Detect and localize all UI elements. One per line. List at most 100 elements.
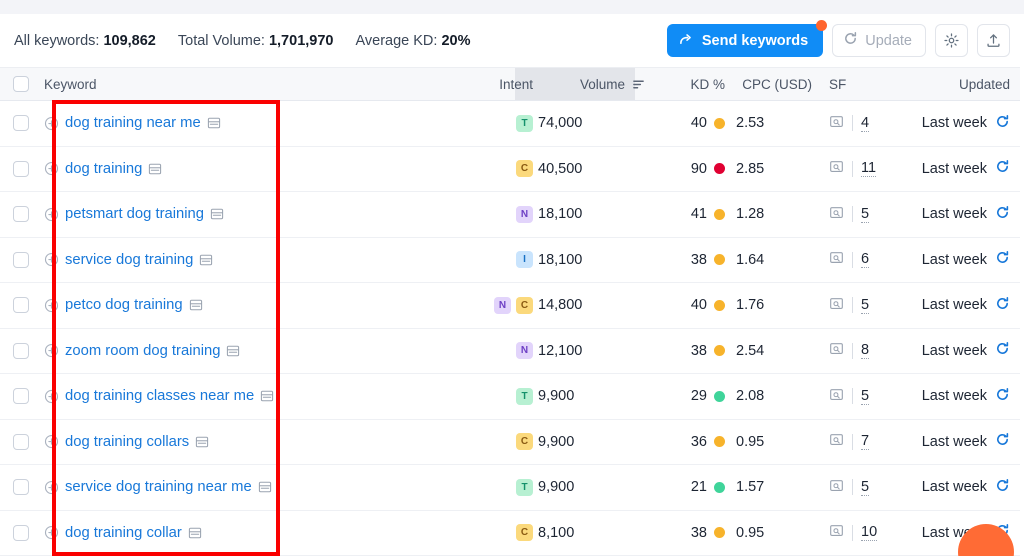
serp-features-icon[interactable] (829, 432, 844, 451)
add-keyword-icon[interactable] (44, 252, 59, 267)
header-keyword[interactable]: Keyword (42, 77, 460, 92)
refresh-row-icon[interactable] (995, 250, 1010, 269)
header-intent[interactable]: Intent (460, 77, 538, 92)
intent-badge-C[interactable]: C (516, 433, 533, 451)
serp-preview-icon[interactable] (188, 526, 202, 540)
sf-count[interactable]: 5 (861, 297, 870, 314)
table-row[interactable]: service dog training I 18,100 38 1.64 6 … (0, 238, 1024, 283)
intent-badge-N[interactable]: N (516, 205, 533, 223)
export-button[interactable] (977, 24, 1010, 57)
serp-preview-icon[interactable] (199, 253, 213, 267)
table-row[interactable]: service dog training near me T 9,900 21 … (0, 465, 1024, 511)
refresh-row-icon[interactable] (995, 114, 1010, 133)
intent-badge-T[interactable]: T (516, 387, 533, 405)
serp-features-icon[interactable] (829, 387, 844, 406)
add-keyword-icon[interactable] (44, 116, 59, 131)
header-volume[interactable]: Volume (538, 77, 658, 92)
row-checkbox[interactable] (13, 479, 29, 496)
table-row[interactable]: dog training C 40,500 90 2.85 11 Last we… (0, 147, 1024, 192)
sf-count[interactable]: 5 (861, 479, 870, 496)
header-cpc[interactable]: CPC (USD) (736, 77, 821, 92)
keyword-link[interactable]: zoom room dog training (65, 343, 220, 359)
sf-count[interactable]: 4 (861, 115, 870, 132)
table-row[interactable]: dog training near me T 74,000 40 2.53 4 … (0, 101, 1024, 147)
sf-count[interactable]: 5 (861, 388, 870, 405)
refresh-row-icon[interactable] (995, 387, 1010, 406)
keyword-link[interactable]: service dog training near me (65, 479, 252, 495)
add-keyword-icon[interactable] (44, 161, 59, 176)
serp-features-icon[interactable] (829, 205, 844, 224)
intent-badge-C[interactable]: C (516, 524, 533, 542)
add-keyword-icon[interactable] (44, 389, 59, 404)
keyword-link[interactable]: dog training collars (65, 434, 189, 450)
sf-count[interactable]: 8 (861, 342, 870, 360)
serp-features-icon[interactable] (829, 523, 844, 542)
serp-features-icon[interactable] (829, 250, 844, 269)
refresh-row-icon[interactable] (995, 296, 1010, 315)
table-row[interactable]: zoom room dog training N 12,100 38 2.54 … (0, 329, 1024, 374)
refresh-row-icon[interactable] (995, 205, 1010, 224)
refresh-row-icon[interactable] (995, 478, 1010, 497)
refresh-row-icon[interactable] (995, 159, 1010, 178)
serp-features-icon[interactable] (829, 478, 844, 497)
intent-badge-I[interactable]: I (516, 251, 533, 269)
header-updated[interactable]: Updated (901, 77, 1024, 92)
add-keyword-icon[interactable] (44, 525, 59, 540)
serp-features-icon[interactable] (829, 341, 844, 360)
intent-badge-T[interactable]: T (516, 478, 533, 496)
intent-badge-C[interactable]: C (516, 160, 533, 178)
keyword-link[interactable]: dog training near me (65, 115, 201, 131)
serp-preview-icon[interactable] (258, 480, 272, 494)
intent-badge-T[interactable]: T (516, 114, 533, 132)
serp-preview-icon[interactable] (260, 389, 274, 403)
row-checkbox[interactable] (13, 342, 29, 359)
serp-preview-icon[interactable] (207, 116, 221, 130)
serp-preview-icon[interactable] (189, 298, 203, 312)
table-row[interactable]: petco dog training NC 14,800 40 1.76 5 L… (0, 283, 1024, 329)
serp-preview-icon[interactable] (226, 344, 240, 358)
header-sf[interactable]: SF (821, 77, 901, 92)
row-checkbox[interactable] (13, 115, 29, 132)
intent-badge-N[interactable]: N (494, 296, 511, 314)
refresh-row-icon[interactable] (995, 432, 1010, 451)
table-row[interactable]: dog training collar C 8,100 38 0.95 10 L… (0, 511, 1024, 556)
intent-badge-N[interactable]: N (516, 342, 533, 360)
sf-count[interactable]: 11 (861, 160, 877, 178)
keyword-link[interactable]: petsmart dog training (65, 206, 204, 222)
serp-features-icon[interactable] (829, 159, 844, 178)
refresh-row-icon[interactable] (995, 341, 1010, 360)
serp-preview-icon[interactable] (210, 207, 224, 221)
serp-features-icon[interactable] (829, 296, 844, 315)
add-keyword-icon[interactable] (44, 207, 59, 222)
row-checkbox[interactable] (13, 206, 29, 223)
serp-preview-icon[interactable] (195, 435, 209, 449)
serp-preview-icon[interactable] (148, 162, 162, 176)
add-keyword-icon[interactable] (44, 480, 59, 495)
header-kd[interactable]: KD % (658, 77, 736, 92)
sf-count[interactable]: 10 (861, 524, 878, 542)
send-keywords-button[interactable]: Send keywords (666, 20, 828, 57)
add-keyword-icon[interactable] (44, 298, 59, 313)
row-checkbox[interactable] (13, 297, 29, 314)
row-checkbox[interactable] (13, 160, 29, 177)
add-keyword-icon[interactable] (44, 434, 59, 449)
update-button[interactable]: Update (832, 24, 926, 57)
row-checkbox[interactable] (13, 524, 29, 541)
table-row[interactable]: dog training collars C 9,900 36 0.95 7 L… (0, 420, 1024, 465)
keyword-link[interactable]: dog training collar (65, 525, 182, 541)
row-checkbox[interactable] (13, 388, 29, 405)
settings-button[interactable] (935, 24, 968, 57)
keyword-link[interactable]: dog training classes near me (65, 388, 254, 404)
row-checkbox[interactable] (13, 433, 29, 450)
sf-count[interactable]: 5 (861, 206, 870, 223)
add-keyword-icon[interactable] (44, 343, 59, 358)
intent-badge-C[interactable]: C (516, 296, 533, 314)
select-all-checkbox[interactable] (13, 76, 29, 92)
keyword-link[interactable]: dog training (65, 161, 142, 177)
sf-count[interactable]: 6 (861, 251, 870, 269)
sf-count[interactable]: 7 (861, 433, 870, 451)
row-checkbox[interactable] (13, 251, 29, 268)
serp-features-icon[interactable] (829, 114, 844, 133)
table-row[interactable]: dog training classes near me T 9,900 29 … (0, 374, 1024, 420)
keyword-link[interactable]: service dog training (65, 252, 193, 268)
